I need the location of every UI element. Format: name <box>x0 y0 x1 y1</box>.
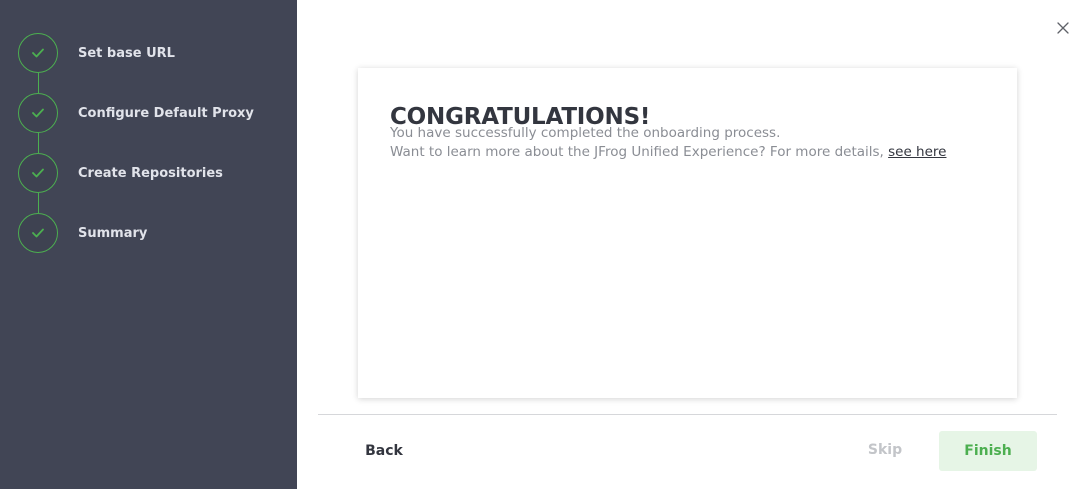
close-button[interactable] <box>1056 20 1070 34</box>
step-complete-indicator <box>18 153 58 193</box>
step-label: Create Repositories <box>78 165 223 181</box>
close-icon <box>1057 22 1069 34</box>
completion-message: You have successfully completed the onbo… <box>390 125 781 141</box>
check-icon <box>32 168 44 178</box>
step-connector <box>38 133 39 153</box>
summary-card: CONGRATULATIONS! You have successfully c… <box>358 68 1017 398</box>
step-configure-default-proxy[interactable]: Configure Default Proxy <box>18 93 254 133</box>
learn-more-text: Want to learn more about the JFrog Unifi… <box>390 144 889 160</box>
check-icon <box>32 108 44 118</box>
step-connector <box>38 193 39 213</box>
finish-button[interactable]: Finish <box>939 431 1037 471</box>
step-label: Set base URL <box>78 45 175 61</box>
step-complete-indicator <box>18 93 58 133</box>
step-label: Summary <box>78 225 148 241</box>
step-summary[interactable]: Summary <box>18 213 147 253</box>
step-create-repositories[interactable]: Create Repositories <box>18 153 223 193</box>
step-label: Configure Default Proxy <box>78 105 254 121</box>
wizard-sidebar: Set base URL Configure Default Proxy Cre… <box>0 0 297 489</box>
step-connector <box>38 73 39 93</box>
check-icon <box>32 228 44 238</box>
footer-divider <box>318 414 1057 415</box>
step-complete-indicator <box>18 213 58 253</box>
learn-more-message: Want to learn more about the JFrog Unifi… <box>390 144 946 160</box>
step-set-base-url[interactable]: Set base URL <box>18 33 175 73</box>
see-here-link[interactable]: see here <box>888 144 946 160</box>
skip-button[interactable]: Skip <box>856 431 914 469</box>
check-icon <box>32 48 44 58</box>
step-complete-indicator <box>18 33 58 73</box>
back-button[interactable]: Back <box>352 432 416 470</box>
